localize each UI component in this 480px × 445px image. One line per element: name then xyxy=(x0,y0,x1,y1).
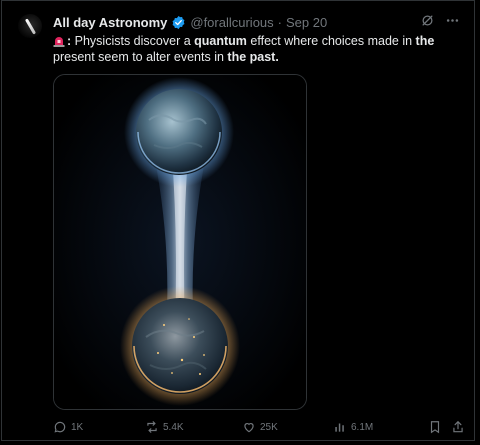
separator-dot: · xyxy=(277,14,282,30)
grok-icon[interactable] xyxy=(420,13,435,28)
more-icon[interactable] xyxy=(445,13,460,28)
bookmark-icon xyxy=(428,420,442,434)
avatar[interactable] xyxy=(18,14,42,38)
author-name[interactable]: All day Astronomy xyxy=(53,15,167,30)
post-top-actions xyxy=(420,13,460,28)
post-text-bold-1: quantum xyxy=(194,34,247,48)
like-count: 25K xyxy=(260,421,278,433)
reply-icon xyxy=(53,420,67,434)
post-text: : Physicists discover a quantum effect w… xyxy=(53,33,461,65)
post-text-bold-2: the xyxy=(415,34,435,48)
post-image[interactable] xyxy=(53,74,307,410)
repost-icon xyxy=(145,420,159,434)
views-button[interactable]: 6.1M xyxy=(333,420,373,434)
post-actions: 1K 5.4K 25K 6.1M xyxy=(53,420,465,436)
post-text-part-2: effect where choices made in xyxy=(246,34,416,48)
share-icon xyxy=(451,420,465,434)
post-text-part-3: present seem to alter events in xyxy=(53,50,228,64)
bookmark-button[interactable] xyxy=(428,420,442,434)
post-text-part-1: Physicists discover a xyxy=(71,34,195,48)
like-icon xyxy=(242,420,256,434)
views-icon xyxy=(333,420,347,434)
siren-emoji-icon xyxy=(53,35,65,47)
avatar-telescope-icon xyxy=(24,18,37,35)
post-header: All day Astronomy @forallcurious · Sep 2… xyxy=(53,13,327,31)
author-handle[interactable]: @forallcurious xyxy=(190,15,273,30)
share-button[interactable] xyxy=(451,420,465,434)
reply-button[interactable]: 1K xyxy=(53,420,83,434)
verified-badge-icon[interactable] xyxy=(171,15,186,30)
repost-button[interactable]: 5.4K xyxy=(145,420,184,434)
views-count: 6.1M xyxy=(351,421,374,433)
entangled-planets-illustration xyxy=(54,75,306,409)
post-text-bold-3: the past. xyxy=(227,50,279,64)
like-button[interactable]: 25K xyxy=(242,420,278,434)
reply-count: 1K xyxy=(71,421,84,433)
post-date[interactable]: Sep 20 xyxy=(286,15,327,30)
repost-count: 5.4K xyxy=(163,421,184,433)
post-card: All day Astronomy @forallcurious · Sep 2… xyxy=(1,0,475,441)
